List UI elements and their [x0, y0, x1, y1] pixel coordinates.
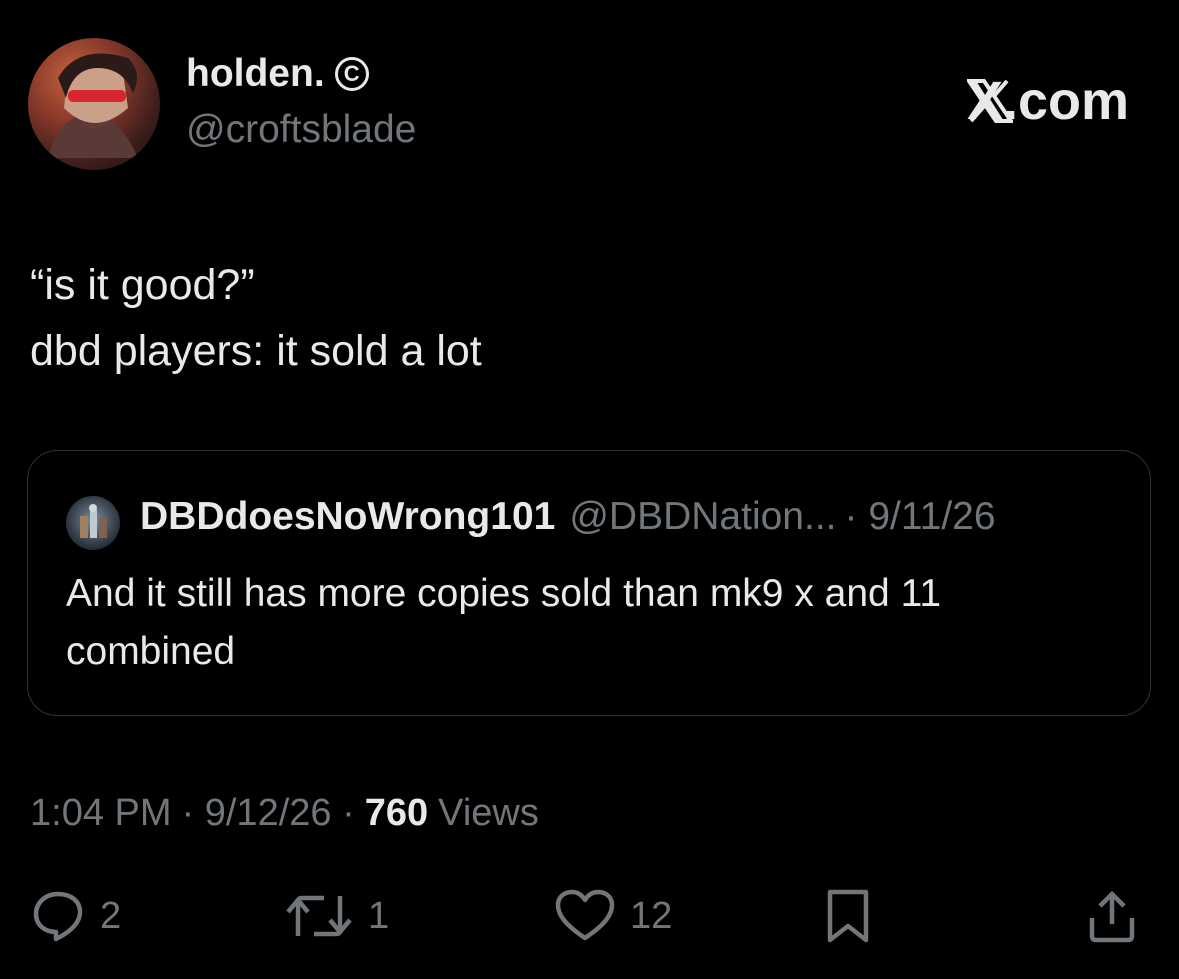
- reply-count: 2: [100, 894, 122, 937]
- tweet-text: “is it good?” dbd players: it sold a lot: [30, 261, 482, 375]
- reply-icon: [33, 891, 83, 942]
- quote-avatar[interactable]: [66, 496, 120, 550]
- quote-avatar-image: [80, 504, 107, 538]
- like-count: 12: [630, 894, 673, 937]
- share-button[interactable]: [1086, 888, 1138, 944]
- views-label: Views: [438, 792, 539, 834]
- share-icon: [1089, 890, 1135, 943]
- tweet-meta: 1:04 PM · 9/12/26 · 760 Views: [30, 792, 539, 835]
- heart-icon: [555, 889, 615, 941]
- action-bar: 2 1 12: [0, 888, 1179, 948]
- author-avatar[interactable]: [28, 38, 160, 170]
- tweet-date[interactable]: · 9/12/26 ·: [182, 792, 355, 835]
- views-count: 760: [364, 792, 429, 834]
- tweet-time[interactable]: 1:04 PM: [30, 792, 172, 835]
- bookmark-button[interactable]: [822, 888, 874, 944]
- retweet-button[interactable]: 1: [284, 888, 389, 944]
- brand-watermark: X.com: [966, 70, 1129, 132]
- copyright-icon: C: [334, 57, 369, 91]
- author-display-name[interactable]: holden.: [186, 52, 325, 96]
- author-name[interactable]: holden. C: [186, 52, 369, 96]
- quote-text: And it still has more copies sold than m…: [66, 572, 942, 673]
- quote-display-name[interactable]: DBDdoesNoWrong101: [140, 495, 555, 539]
- quote-tweet-card[interactable]: DBDdoesNoWrong101 @DBDNation... · 9/11/2…: [27, 450, 1151, 716]
- quote-date: · 9/11/26: [844, 495, 996, 538]
- reply-button[interactable]: 2: [30, 888, 121, 944]
- bookmark-icon: [827, 889, 869, 943]
- like-button[interactable]: 12: [554, 888, 672, 944]
- avatar-image: [48, 53, 138, 158]
- brand-text: X.com: [966, 71, 1129, 131]
- author-handle[interactable]: @croftsblade: [186, 108, 416, 152]
- retweet-icon: [286, 895, 352, 937]
- quote-handle[interactable]: @DBDNation...: [569, 495, 836, 539]
- retweet-count: 1: [368, 894, 390, 937]
- quote-header: DBDdoesNoWrong101 @DBDNation... · 9/11/2…: [140, 495, 996, 539]
